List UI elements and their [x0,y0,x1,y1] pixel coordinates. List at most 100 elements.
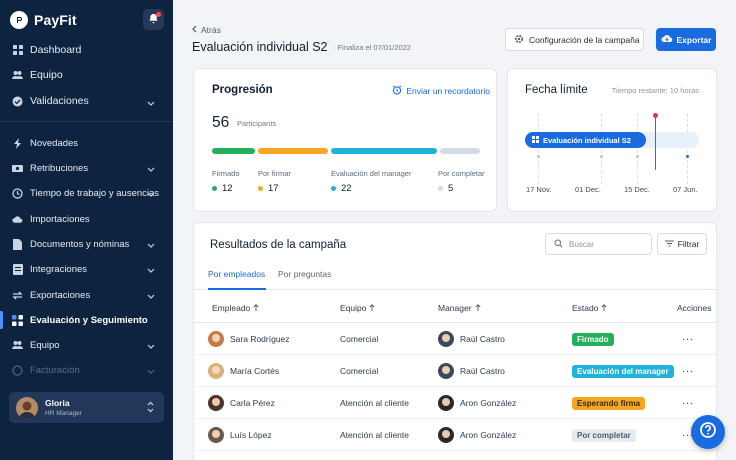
row-actions-button[interactable]: ··· [682,366,694,377]
search-placeholder: Buscar [569,239,594,249]
notifications-button[interactable] [143,9,164,30]
sidebar-item-label: Evaluación y Seguimiento [30,314,148,326]
help-button[interactable] [691,415,725,449]
employee-name: Carla Pérez [230,398,275,408]
sidebar-item-label: Tiempo de trabajo y ausencias [30,187,160,199]
today-marker-dot [653,113,658,118]
sidebar-item-label: Validaciones [30,95,89,107]
page-subtitle: · Finaliza el 07/01/2022 [333,43,411,52]
stat-value: 22 [341,183,352,194]
send-reminder-link[interactable]: Enviar un recordatorio [392,85,490,97]
sidebar-item-retribuciones[interactable]: Retribuciones [0,156,173,180]
sidebar-item-label: Integraciones [30,263,88,275]
sidebar-item-equipo-top[interactable]: Equipo [0,63,173,87]
tab-por-preguntas[interactable]: Por preguntas [278,269,331,290]
chevron-down-icon [147,265,155,276]
table-row[interactable]: María Cortés Comercial Raúl Castro Evalu… [194,355,716,387]
avatar [208,331,224,347]
filter-button[interactable]: Filtrar [657,233,707,255]
bolt-icon [12,137,23,149]
billing-icon [12,364,23,376]
cloud-upload-icon [12,214,23,225]
timeline-gridline [601,114,602,184]
sidebar-item-label: Novedades [30,137,79,149]
row-actions-button[interactable]: ··· [682,398,694,409]
sidebar-item-label: Retribuciones [30,162,89,174]
progress-bar-manager [331,148,437,154]
avatar [438,427,454,443]
campaign-timeline-label: Evaluación individual S2 [543,135,631,145]
dashboard-icon [12,45,23,56]
sidebar-item-evaluacion[interactable]: Evaluación y Seguimiento [0,308,173,332]
chevron-down-icon [147,97,155,109]
stat-value: 12 [222,183,233,194]
stat-label: Firmado [212,169,240,178]
sidebar-item-label: Dashboard [30,44,82,56]
back-link[interactable]: Atrás [192,25,221,35]
tab-por-empleados[interactable]: Por empleados [208,269,266,290]
sidebar-item-label: Equipo [30,339,60,351]
deadline-card: Fecha límite Tiempo restante: 10 horas E… [507,68,717,212]
column-header-empleado[interactable]: Empleado [212,303,259,313]
chevron-updown-icon [147,400,154,418]
brand-name: PayFit [34,12,77,28]
search-input[interactable]: Buscar [545,233,652,255]
back-label: Atrás [201,25,221,35]
employee-name: María Cortés [230,366,280,376]
table-row[interactable]: Luís López Atención al cliente Aron Gonz… [194,419,716,451]
sort-arrow-icon [601,303,607,313]
results-tabs: Por empleados Por preguntas [194,261,716,290]
manager-name: Aron González [460,398,517,408]
sidebar-item-importaciones[interactable]: Importaciones [0,207,173,231]
sidebar-item-label: Exportaciones [30,289,91,301]
row-actions-button[interactable]: ··· [682,334,694,345]
column-header-estado[interactable]: Estado [572,303,607,313]
exchange-icon [12,290,23,301]
sidebar-item-validaciones[interactable]: Validaciones [0,89,173,113]
user-switcher[interactable]: Gloria HR Manager [9,392,164,423]
sidebar-item-dashboard[interactable]: Dashboard [0,38,173,62]
team-icon [12,340,23,351]
table-row[interactable]: Carla Pérez Atención al cliente Aron Gon… [194,387,716,419]
sort-arrow-icon [369,303,375,313]
filter-label: Filtrar [677,239,700,249]
clock-icon [12,187,23,199]
table-row[interactable]: Sara Rodríguez Comercial Raúl Castro Fir… [194,323,716,355]
status-badge: Evaluación del manager [572,364,674,378]
stat-label: Por completar [438,169,485,178]
timeline-tick-label: 01 Dec. [575,185,601,194]
chevron-down-icon [147,189,155,200]
stat-value: 17 [268,183,279,194]
column-header-equipo[interactable]: Equipo [340,303,375,313]
column-header-manager[interactable]: Manager [438,303,481,313]
chevron-down-icon [147,291,155,302]
sidebar-item-equipo[interactable]: Equipo [0,333,173,357]
timeline-gridline [637,114,638,184]
timeline-tick-label: 15 Dec. [624,185,650,194]
sidebar-item-facturacion[interactable]: Facturación [0,358,173,382]
chevron-down-icon [147,164,155,175]
timeline-tick-label: 07 Jun. [673,185,698,194]
sidebar-item-novedades[interactable]: Novedades [0,131,173,155]
progress-bar-signed [212,148,255,154]
sidebar-item-exportaciones[interactable]: Exportaciones [0,283,173,307]
sidebar-item-documentos[interactable]: Documentos y nóminas [0,232,173,256]
timeline-tick [537,155,540,158]
sidebar-item-integraciones[interactable]: Integraciones [0,257,173,281]
column-label: Empleado [212,303,251,313]
avatar [438,363,454,379]
sidebar-item-tiempo[interactable]: Tiempo de trabajo y ausencias [0,181,173,205]
sidebar-item-label: Documentos y nóminas [30,238,130,250]
status-badge: Por completar [572,428,636,442]
campaign-config-button[interactable]: Configuración de la campaña [505,28,644,51]
timeline-gridline [538,114,539,184]
avatar [16,396,38,419]
export-button[interactable]: Exportar [656,28,716,51]
payfit-logo-icon [10,11,28,29]
column-header-acciones: Acciones [677,303,712,313]
campaign-timeline-bar[interactable]: Evaluación individual S2 [525,132,646,148]
send-reminder-label: Enviar un recordatorio [406,86,490,96]
manager-name: Raúl Castro [460,334,505,344]
brand[interactable]: PayFit [10,9,77,31]
check-circle-icon [12,96,23,107]
